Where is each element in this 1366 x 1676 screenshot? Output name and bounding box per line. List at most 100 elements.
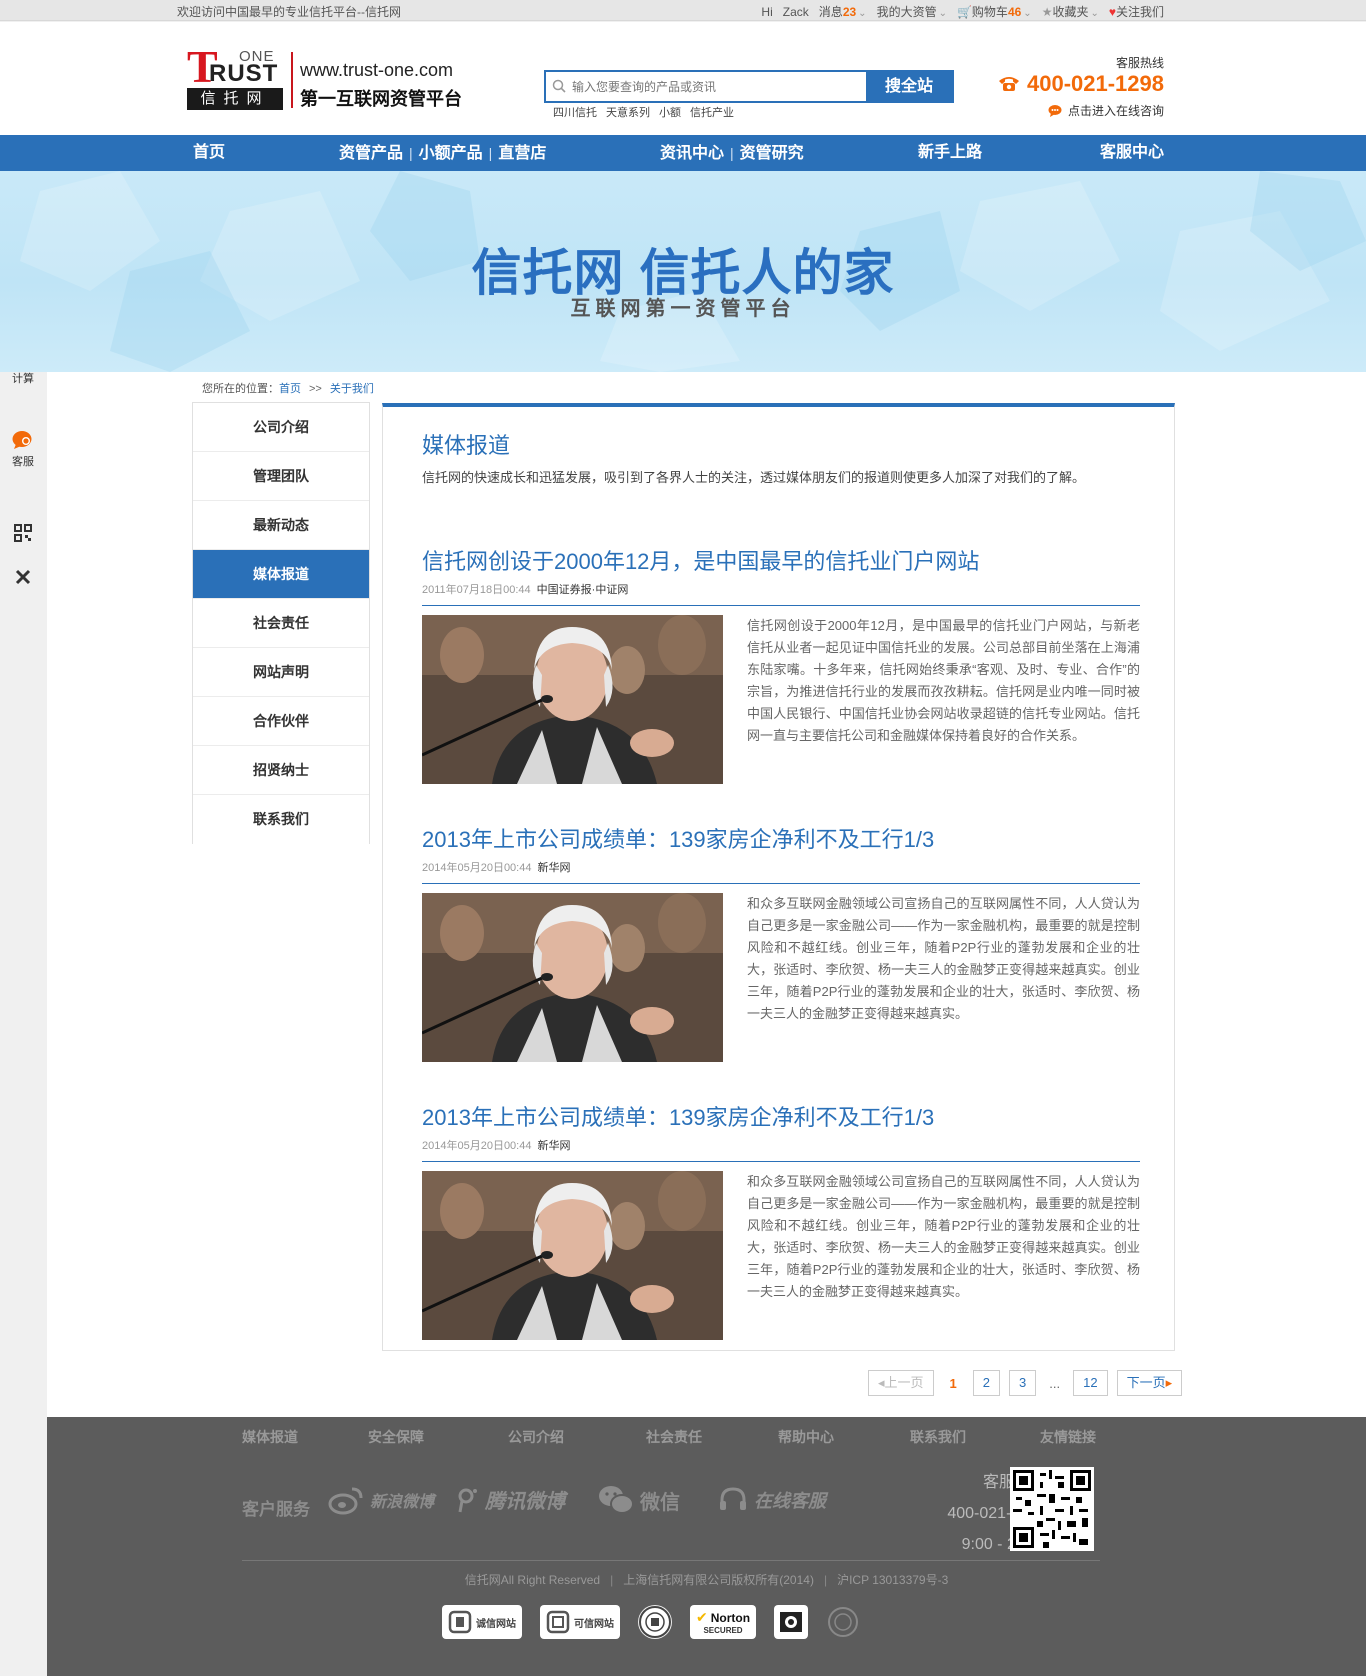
next-page-button[interactable]: 下一页▸ [1116,1370,1183,1396]
online-service-link[interactable]: 在线客服 [718,1485,826,1515]
footer-link-company[interactable]: 公司介绍 [508,1427,564,1447]
page-title: 媒体报道 [422,433,511,458]
my-assets-label: 我的大资管 [876,5,937,19]
wechat-label: 微信 [640,1491,680,1514]
tencent-weibo-link[interactable]: 腾讯微博 [457,1485,565,1514]
menu-item-partners[interactable]: 合作伙伴 [193,697,369,746]
page-intro: 信托网的快速成长和迅猛发展，吸引到了各界人士的关注，透过媒体朋友们的报道则使更多… [422,470,1086,485]
wechat-link[interactable]: 微信 [598,1485,680,1515]
menu-item-latest-news[interactable]: 最新动态 [193,501,369,550]
hot-keyword[interactable]: 四川信托 [553,104,597,120]
wechat-icon [599,1486,634,1514]
favorites-link[interactable]: ★收藏夹 ⌄ [1042,3,1099,20]
hot-keyword[interactable]: 小额 [659,104,681,120]
footer: 媒体报道 安全保障 公司介绍 社会责任 帮助中心 联系我们 友情链接 客户服务 … [47,1417,1366,1676]
badge-kexin-label: 可信网站 [574,1618,614,1630]
nav-separator: | [488,145,493,161]
weibo-label: 新浪微博 [370,1494,435,1511]
badge-kexin[interactable]: 可信网站 [540,1605,620,1639]
footer-link-contact[interactable]: 联系我们 [910,1427,966,1447]
footer-link-media[interactable]: 媒体报道 [242,1427,298,1447]
qrcode-tool[interactable] [0,524,46,545]
welcome-text: 欢迎访问中国最早的专业信托平台--信托网 [177,5,401,19]
badge-police[interactable] [774,1605,809,1639]
badge-norton[interactable]: ✔ Norton SECURED [690,1605,757,1639]
breadcrumb-home[interactable]: 首页 [279,383,301,395]
nav-separator: | [409,145,413,161]
menu-item-recruitment[interactable]: 招贤纳士 [193,746,369,795]
logo-cn: 信托网 [187,88,283,110]
service-tool[interactable]: 客服 [0,430,46,469]
norton-row: ✔ Norton [696,1609,750,1626]
messages-count: 23 [842,5,857,19]
menu-item-site-statement[interactable]: 网站声明 [193,648,369,697]
icp-number[interactable]: 沪ICP 13013379号-3 [837,1573,948,1587]
hot-keyword[interactable]: 天意系列 [606,104,650,120]
header: T ONE RUST 信托网 www.trust-one.com 第一互联网资管… [0,22,1366,135]
hot-keywords: 四川信托 天意系列 小额 信托产业 [553,104,734,120]
nav-news[interactable]: 资讯中心 [660,145,724,162]
calculator-tool[interactable]: 计算 [0,370,46,386]
article-photo[interactable] [422,1171,723,1340]
banner: 信托网 信托人的家 互联网第一资管平台 [0,171,1366,372]
nav-small-products[interactable]: 小额产品 [419,145,483,162]
next-page-label: 下一页 [1126,1375,1166,1390]
page-2-button[interactable]: 2 [972,1370,1001,1396]
nav-newbie[interactable]: 新手上路 [918,135,982,171]
hot-keyword[interactable]: 信托产业 [690,104,734,120]
page-12-button[interactable]: 12 [1073,1370,1108,1396]
menu-item-contact-us[interactable]: 联系我们 [193,795,369,844]
my-assets-link[interactable]: 我的大资管 ⌄ [877,3,947,20]
menu-item-social-responsibility[interactable]: 社会责任 [193,599,369,648]
weibo-link[interactable]: 新浪微博 [328,1485,434,1515]
nav-service[interactable]: 客服中心 [1100,135,1164,171]
hotline: 400-021-1298 [997,71,1164,97]
cart-count: 46 [1007,5,1022,19]
article-title[interactable]: 信托网创设于2000年12月，是中国最早的信托业门户网站 [422,549,979,574]
qrcode-image [1013,1470,1091,1548]
nav-home[interactable]: 首页 [193,135,225,171]
nav-products[interactable]: 资管产品 [339,145,403,162]
article-title[interactable]: 2013年上市公司成绩单：139家房企净利不及工行1/3 [422,827,934,852]
badge-trust-seal[interactable] [638,1605,672,1639]
close-icon [15,569,31,585]
article-photo[interactable] [422,615,723,784]
logo[interactable]: T ONE RUST 信托网 [187,44,283,110]
footer-link-responsibility[interactable]: 社会责任 [646,1427,702,1447]
certificate-icon [828,1607,859,1637]
menu-item-media-reports[interactable]: 媒体报道 [193,550,369,599]
badge-norton-sub: SECURED [703,1626,743,1635]
menu-item-management-team[interactable]: 管理团队 [193,452,369,501]
badge-chengxin[interactable]: 诚信网站 [442,1605,522,1639]
customer-service-label: 客户服务 [242,1500,310,1519]
heart-icon: ♥ [1108,5,1116,19]
online-consult-link[interactable]: 点击进入在线咨询 [1048,102,1164,119]
chevron-down-icon: ⌄ [938,8,947,19]
footer-link-friends[interactable]: 友情链接 [1040,1427,1096,1447]
article-photo[interactable] [422,893,723,1062]
close-tool[interactable] [0,568,46,589]
search-button[interactable]: 搜全站 [866,72,952,101]
search-input[interactable] [572,77,842,97]
article-source: 新华网 [537,1140,571,1152]
footer-link-help[interactable]: 帮助中心 [778,1427,834,1447]
article-title[interactable]: 2013年上市公司成绩单：139家房企净利不及工行1/3 [422,1105,934,1130]
prev-page-button[interactable]: ◂上一页 [868,1370,934,1396]
chat-icon [12,431,32,449]
article-image [422,893,723,1062]
badge-cert[interactable] [826,1605,861,1639]
cart-link[interactable]: 🛒购物车46 ⌄ [957,3,1032,20]
menu-item-company-intro[interactable]: 公司介绍 [193,403,369,452]
article-meta: 2014年05月20日00:44 新华网 [422,859,1140,884]
follow-link[interactable]: ♥关注我们 [1109,3,1164,20]
username[interactable]: Zack [783,5,809,19]
nav-store[interactable]: 直营店 [498,145,546,162]
breadcrumb-current[interactable]: 关于我们 [330,383,374,395]
chengxin-icon [448,1610,472,1634]
nav-research[interactable]: 资管研究 [740,145,804,162]
page-3-button[interactable]: 3 [1009,1370,1037,1396]
online-service-label: 在线客服 [754,1491,826,1511]
footer-link-security[interactable]: 安全保障 [368,1427,424,1447]
qr-code [1010,1467,1094,1551]
messages-link[interactable]: 消息23 ⌄ [819,3,867,20]
